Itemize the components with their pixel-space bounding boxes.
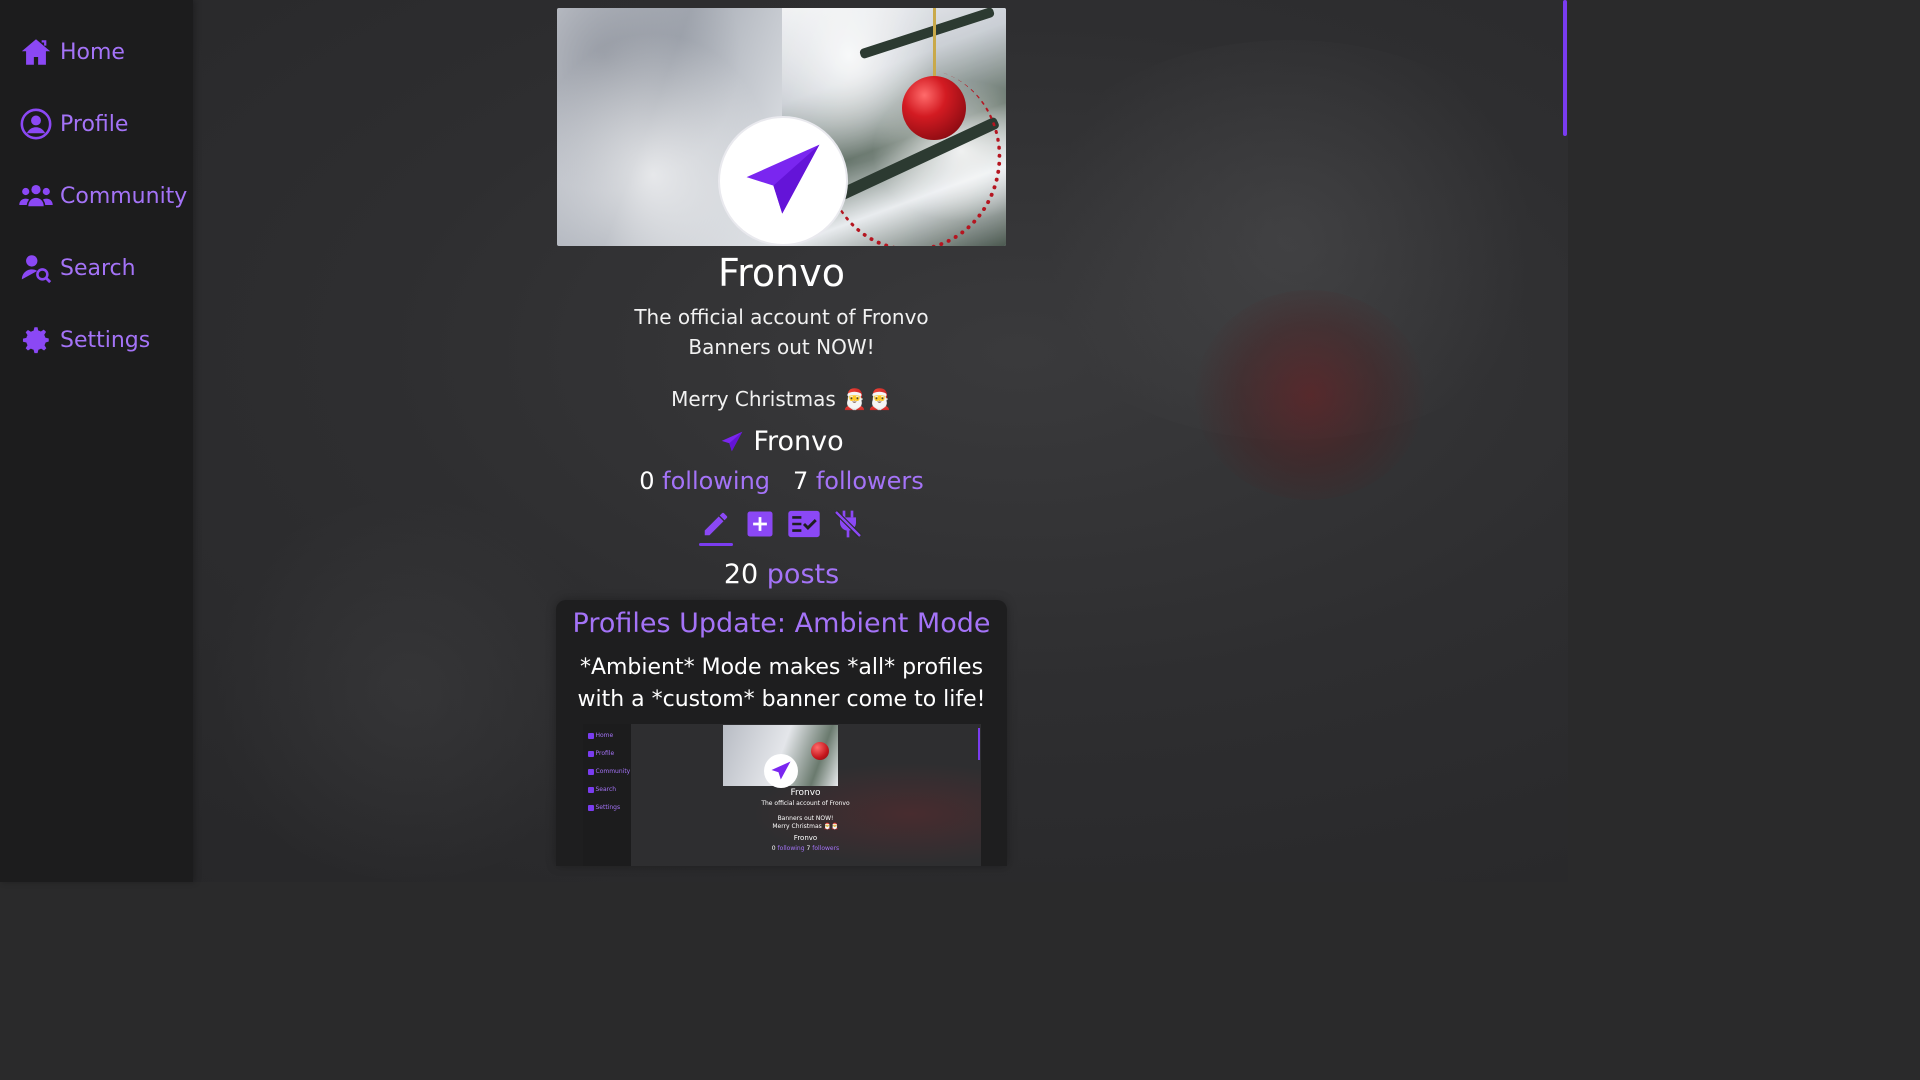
sidebar-item-label: Search	[60, 255, 136, 281]
preview-nav-item: Settings	[595, 804, 621, 811]
following-count: 0	[639, 467, 655, 495]
profile-panel: Fronvo The official account of Fronvo Ba…	[556, 8, 1007, 866]
scrollbar-thumb[interactable]	[1563, 0, 1567, 136]
sidebar-item-search[interactable]: Search	[18, 248, 136, 288]
username-text: Fronvo	[753, 426, 844, 457]
preview-sidebar: Home Profile Community Search Settings	[582, 724, 631, 866]
post-body: *Ambient* Mode makes *all* profiles with…	[577, 655, 986, 712]
profile-actions	[557, 505, 1006, 546]
edit-icon	[704, 512, 727, 536]
sidebar-item-home[interactable]: Home	[18, 32, 125, 72]
community-icon	[18, 178, 54, 214]
sidebar-item-label: Community	[60, 183, 188, 209]
preview-scrollbar	[977, 728, 980, 760]
home-icon	[18, 34, 54, 70]
preview-avatar	[763, 754, 798, 788]
preview-bio: Merry Christmas 🎅🎅	[772, 823, 839, 830]
followers-link[interactable]: followers	[816, 467, 924, 495]
username: Fronvo	[557, 426, 1006, 457]
avatar[interactable]	[718, 116, 848, 246]
sidebar-item-profile[interactable]: Profile	[18, 104, 128, 144]
preview-nav-item: Search	[595, 786, 617, 793]
sidebar-item-label: Settings	[60, 327, 151, 353]
preview-username: Fronvo	[793, 834, 818, 842]
preview-bio: The official account of Fronvo	[761, 800, 850, 807]
checklist-button[interactable]	[787, 507, 821, 541]
preview-name: Fronvo	[790, 788, 821, 798]
following-link[interactable]: following	[662, 467, 770, 495]
sidebar-item-settings[interactable]: Settings	[18, 320, 150, 360]
sidebar-item-community[interactable]: Community	[18, 176, 187, 216]
disconnect-plug-icon	[833, 510, 862, 538]
posts-count: 20 posts	[557, 559, 1006, 590]
ambient-ornament-glow	[1195, 290, 1425, 500]
page-scrollbar[interactable]	[1562, 0, 1568, 882]
preview-nav-item: Community	[595, 768, 631, 775]
paper-plane-icon	[722, 431, 743, 451]
post-card[interactable]: Profiles Update: Ambient Mode *Ambient* …	[556, 600, 1007, 866]
disconnect-button[interactable]	[831, 507, 865, 541]
preview-ornament	[810, 742, 829, 760]
preview-followers-label: followers	[812, 845, 840, 852]
paper-plane-icon	[771, 761, 790, 780]
preview-followers-count: 7	[806, 845, 811, 852]
preview-following-count: 0	[771, 845, 776, 852]
add-post-button[interactable]	[743, 507, 777, 541]
posts-number: 20	[723, 559, 759, 590]
sidebar: Home Profile Community Search Settings	[0, 0, 193, 882]
preview-nav-item: Home	[595, 732, 614, 739]
bio-line: Merry Christmas 🎅🎅	[671, 387, 892, 411]
preview-stats: 0 following 7 followers	[631, 845, 981, 852]
display-name: Fronvo	[718, 251, 845, 295]
sidebar-item-label: Home	[60, 39, 125, 65]
preview-bio: Banners out NOW!	[777, 815, 834, 822]
bio-line: Banners out NOW!	[688, 335, 875, 359]
post-title: Profiles Update: Ambient Mode	[572, 608, 991, 639]
preview-following-label: following	[777, 845, 805, 852]
edit-profile-button[interactable]	[698, 507, 733, 546]
add-post-icon	[747, 511, 772, 537]
preview-nav-item: Profile	[595, 750, 615, 757]
sidebar-item-label: Profile	[60, 111, 129, 137]
post-image[interactable]: Home Profile Community Search Settings F…	[582, 724, 981, 866]
search-user-icon	[18, 250, 54, 286]
gear-icon	[18, 322, 54, 358]
posts-link[interactable]: posts	[767, 559, 839, 590]
ornament	[902, 76, 966, 140]
paper-plane-icon	[746, 144, 820, 214]
bio-line: The official account of Fronvo	[634, 305, 929, 329]
follow-stats: 0 following 7 followers	[557, 467, 1006, 495]
profile-icon	[18, 106, 54, 142]
checklist-icon	[787, 510, 820, 538]
followers-count: 7	[792, 467, 809, 495]
